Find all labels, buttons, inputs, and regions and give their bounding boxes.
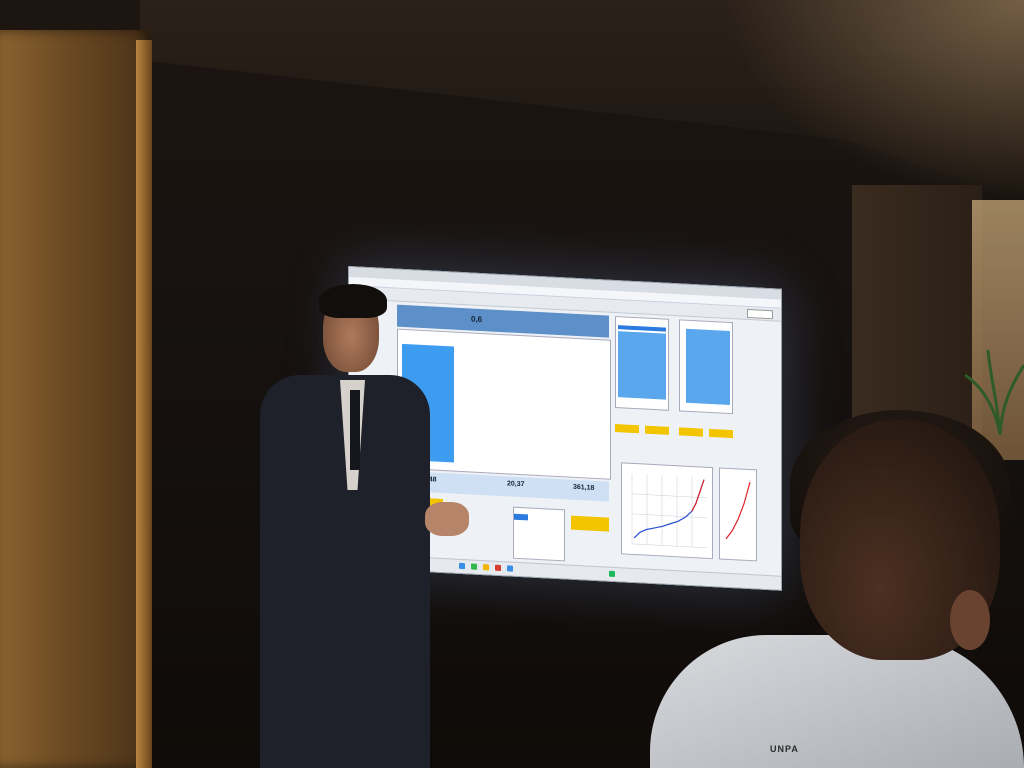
summary-value-3: 361,18 xyxy=(573,483,595,492)
list-panel-b xyxy=(679,319,733,415)
taskbar-icon xyxy=(507,565,513,572)
presenter-tie xyxy=(350,390,360,470)
taskbar-icon xyxy=(495,564,501,572)
audience-ear xyxy=(950,590,990,650)
header-value: 0,6 xyxy=(471,314,483,325)
toolbar-button xyxy=(747,308,773,320)
panel-button-1 xyxy=(615,423,639,434)
summary-value-2: 20,37 xyxy=(507,480,525,489)
highlight-box-small xyxy=(571,515,609,532)
photo-scene: 0,6 23,48 20,37 361,18 xyxy=(0,0,1024,768)
audience-shirt xyxy=(650,635,1024,768)
taskbar-icon xyxy=(609,570,615,577)
ceiling-light-glow xyxy=(724,0,1024,200)
list-panel-a xyxy=(615,315,669,411)
taskbar-icon xyxy=(471,563,477,570)
wooden-wall-panel xyxy=(0,30,150,768)
secondary-table xyxy=(513,506,565,562)
presenter-hair xyxy=(319,284,387,318)
taskbar-icon xyxy=(459,562,465,570)
right-panel xyxy=(615,315,775,439)
panel-edge-light xyxy=(136,40,152,768)
presenter-hands xyxy=(425,502,469,536)
audience-member xyxy=(650,410,1024,768)
shirt-logo-text: UNPA xyxy=(770,744,799,754)
taskbar-icon xyxy=(483,564,489,571)
presenter xyxy=(255,280,469,768)
